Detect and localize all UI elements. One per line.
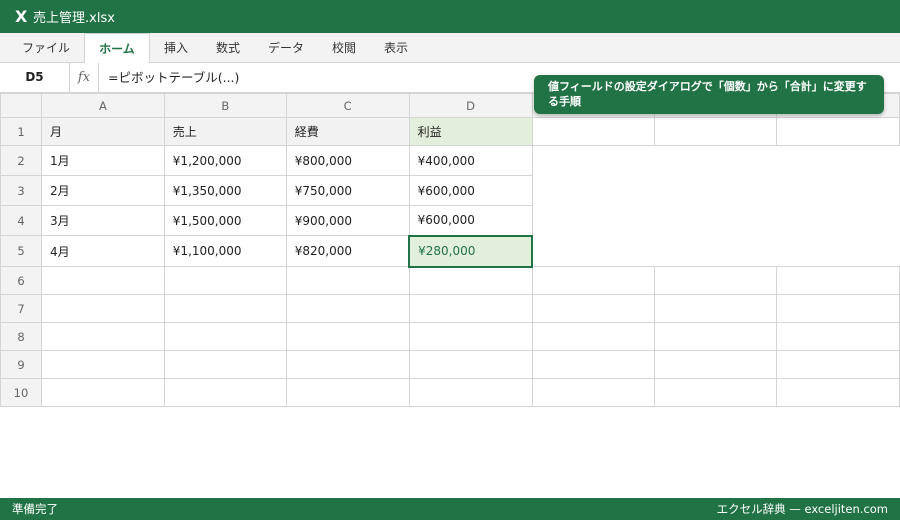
- empty-cell[interactable]: [40, 378, 165, 407]
- fx-icon[interactable]: fx: [70, 63, 99, 92]
- title-bar: X 売上管理.xlsx: [0, 0, 900, 33]
- cell-c2[interactable]: ¥800,000: [285, 145, 410, 176]
- row-header[interactable]: 8: [0, 322, 42, 351]
- empty-cell[interactable]: [776, 294, 900, 323]
- tab-formulas[interactable]: 数式: [202, 33, 254, 63]
- empty-cell[interactable]: [40, 322, 165, 351]
- empty-cell[interactable]: [531, 322, 656, 351]
- cell-b4[interactable]: ¥1,500,000: [163, 205, 287, 236]
- empty-cell[interactable]: [40, 350, 165, 379]
- tab-home[interactable]: ホーム: [84, 33, 150, 64]
- status-ready: 準備完了: [12, 502, 58, 516]
- empty-cell[interactable]: [408, 350, 533, 379]
- tab-view[interactable]: 表示: [370, 33, 422, 63]
- cell-b1[interactable]: 売上: [163, 117, 287, 146]
- empty-cell[interactable]: [408, 322, 533, 351]
- select-all-corner[interactable]: [0, 93, 42, 118]
- row-header[interactable]: 6: [0, 266, 42, 295]
- column-header-a[interactable]: A: [40, 93, 165, 118]
- empty-cell[interactable]: [40, 294, 165, 323]
- blank-area: [532, 235, 900, 267]
- cell-c4[interactable]: ¥900,000: [285, 205, 410, 236]
- row-header[interactable]: 7: [0, 294, 42, 323]
- row-header[interactable]: 3: [0, 175, 42, 206]
- row-header[interactable]: 2: [0, 145, 42, 176]
- excel-logo-icon: X: [15, 7, 28, 26]
- empty-cell[interactable]: [285, 294, 410, 323]
- cell-f1[interactable]: [654, 117, 778, 146]
- empty-cell[interactable]: [408, 294, 533, 323]
- empty-cell[interactable]: [654, 322, 778, 351]
- cell-b5[interactable]: ¥1,100,000: [163, 235, 287, 267]
- ribbon-tabs: ファイル ホーム 挿入 数式 データ 校閲 表示: [0, 33, 900, 64]
- instruction-callout: 値フィールドの設定ダイアログで「個数」から「合計」に変更する手順: [534, 75, 884, 114]
- tab-data[interactable]: データ: [254, 33, 318, 63]
- cell-e1[interactable]: [531, 117, 656, 146]
- row-header[interactable]: 4: [0, 205, 42, 236]
- cell-a2[interactable]: 1月: [40, 145, 165, 176]
- cell-a5[interactable]: 4月: [40, 235, 165, 267]
- empty-cell[interactable]: [776, 266, 900, 295]
- empty-cell[interactable]: [654, 378, 778, 407]
- empty-cell[interactable]: [163, 294, 287, 323]
- empty-cell[interactable]: [163, 350, 287, 379]
- column-header-c[interactable]: C: [285, 93, 410, 118]
- empty-cell[interactable]: [531, 294, 656, 323]
- status-bar: 準備完了 エクセル辞典 — exceljiten.com: [0, 498, 900, 520]
- cell-d4[interactable]: ¥600,000: [408, 205, 533, 236]
- cell-g1[interactable]: [776, 117, 900, 146]
- empty-cell[interactable]: [654, 350, 778, 379]
- row-header[interactable]: 9: [0, 350, 42, 379]
- cell-d1[interactable]: 利益: [408, 117, 533, 146]
- spreadsheet-grid: A B C D 1 月 売上 経費 利益 2 1月 ¥1,200,000 ¥80…: [0, 93, 900, 407]
- cell-a3[interactable]: 2月: [40, 175, 165, 206]
- empty-cell[interactable]: [776, 378, 900, 407]
- cell-a4[interactable]: 3月: [40, 205, 165, 236]
- cell-c5[interactable]: ¥820,000: [285, 235, 410, 267]
- empty-cell[interactable]: [776, 322, 900, 351]
- empty-cell[interactable]: [163, 266, 287, 295]
- cell-c1[interactable]: 経費: [285, 117, 410, 146]
- name-box[interactable]: D5: [0, 63, 70, 92]
- empty-cell[interactable]: [163, 322, 287, 351]
- empty-cell[interactable]: [285, 266, 410, 295]
- blank-area: [532, 145, 900, 176]
- empty-cell[interactable]: [285, 322, 410, 351]
- empty-cell[interactable]: [776, 350, 900, 379]
- formula-input[interactable]: =ピボットテーブル(...): [108, 63, 239, 92]
- row-header[interactable]: 5: [0, 235, 42, 267]
- empty-cell[interactable]: [531, 266, 656, 295]
- tab-review[interactable]: 校閲: [318, 33, 370, 63]
- status-credit: エクセル辞典 — exceljiten.com: [716, 502, 888, 516]
- column-header-d[interactable]: D: [408, 93, 533, 118]
- cell-b2[interactable]: ¥1,200,000: [163, 145, 287, 176]
- cell-d3[interactable]: ¥600,000: [408, 175, 533, 206]
- column-header-b[interactable]: B: [163, 93, 287, 118]
- selected-cell-d5[interactable]: ¥280,000: [408, 234, 534, 268]
- tab-insert[interactable]: 挿入: [150, 33, 202, 63]
- row-header[interactable]: 10: [0, 378, 42, 407]
- empty-cell[interactable]: [163, 378, 287, 407]
- cell-b3[interactable]: ¥1,350,000: [163, 175, 287, 206]
- empty-cell[interactable]: [40, 266, 165, 295]
- blank-area: [532, 175, 900, 206]
- row-header[interactable]: 1: [0, 117, 42, 146]
- empty-cell[interactable]: [408, 266, 533, 295]
- empty-cell[interactable]: [285, 378, 410, 407]
- tab-file[interactable]: ファイル: [8, 33, 84, 63]
- empty-cell[interactable]: [531, 378, 656, 407]
- window-title: 売上管理.xlsx: [33, 11, 115, 26]
- empty-cell[interactable]: [654, 266, 778, 295]
- cell-c3[interactable]: ¥750,000: [285, 175, 410, 206]
- blank-area: [532, 205, 900, 236]
- cell-d2[interactable]: ¥400,000: [408, 145, 533, 176]
- empty-cell[interactable]: [531, 350, 656, 379]
- empty-cell[interactable]: [654, 294, 778, 323]
- empty-cell[interactable]: [408, 378, 533, 407]
- cell-a1[interactable]: 月: [40, 117, 165, 146]
- empty-cell[interactable]: [285, 350, 410, 379]
